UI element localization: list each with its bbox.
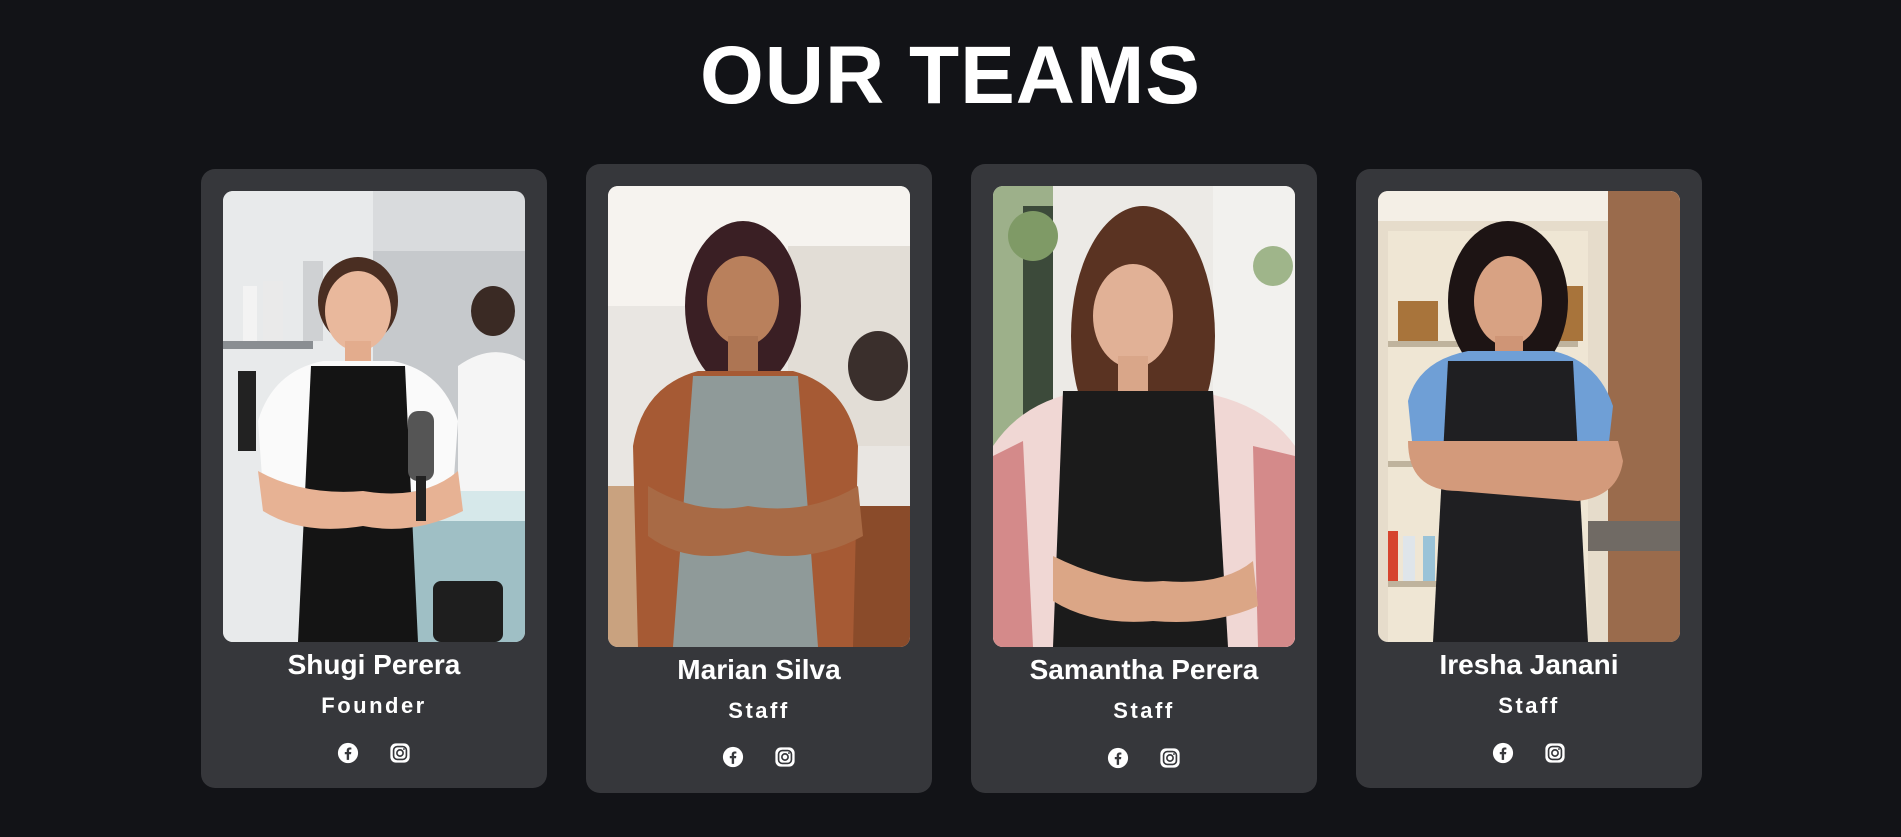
- section-title: OUR TEAMS: [700, 30, 1201, 121]
- social-links: [1356, 741, 1702, 765]
- member-name: Marian Silva: [677, 654, 841, 685]
- facebook-icon[interactable]: [336, 741, 360, 765]
- member-photo: [993, 186, 1295, 647]
- social-links: [201, 741, 547, 765]
- instagram-icon[interactable]: [1158, 746, 1182, 770]
- team-card-samantha-perera: Samantha Perera Staff: [971, 164, 1317, 793]
- facebook-icon[interactable]: [1491, 741, 1515, 765]
- member-role: Staff: [1113, 698, 1175, 723]
- team-card-shugi-perera: Shugi Perera Founder: [201, 169, 547, 788]
- instagram-icon[interactable]: [1543, 741, 1567, 765]
- member-photo: [1378, 191, 1680, 642]
- member-role: Founder: [321, 693, 427, 718]
- member-photo: [608, 186, 910, 647]
- facebook-icon[interactable]: [1106, 746, 1130, 770]
- member-name: Shugi Perera: [287, 649, 461, 680]
- member-photo: [223, 191, 525, 642]
- member-role: Staff: [728, 698, 790, 723]
- member-name: Iresha Janani: [1439, 649, 1619, 680]
- instagram-icon[interactable]: [388, 741, 412, 765]
- team-card-marian-silva: Marian Silva Staff: [586, 164, 932, 793]
- facebook-icon[interactable]: [721, 745, 745, 769]
- member-name: Samantha Perera: [1029, 654, 1259, 685]
- instagram-icon[interactable]: [773, 745, 797, 769]
- social-links: [971, 746, 1317, 770]
- member-role: Staff: [1498, 693, 1560, 718]
- social-links: [586, 745, 932, 769]
- team-card-iresha-janani: Iresha Janani Staff: [1356, 169, 1702, 788]
